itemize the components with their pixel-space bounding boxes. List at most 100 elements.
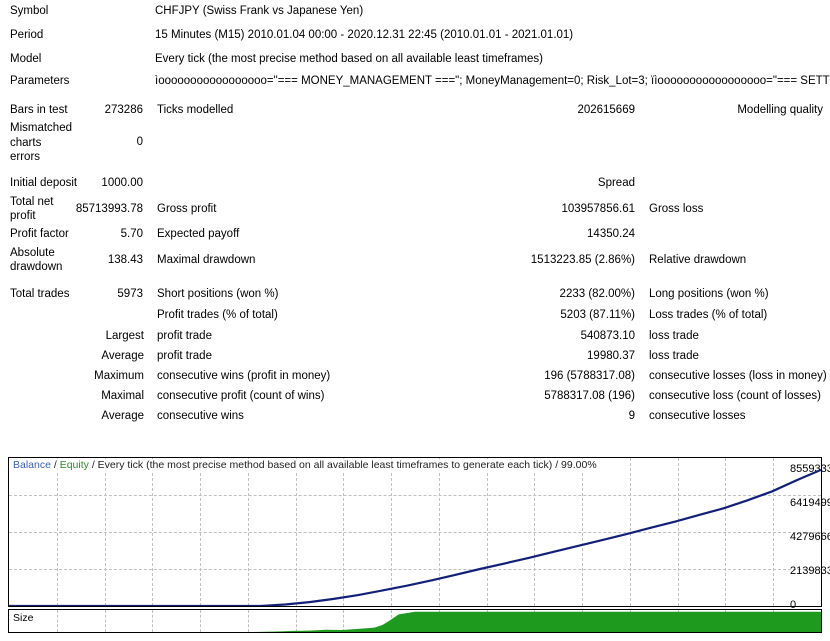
bars-in-test-value: 273286: [104, 104, 143, 117]
table-row: Profit trades (% of total) 5203 (87.11%) L…: [0, 305, 830, 326]
max-consecutive-losses-label: consecutive losses (loss in money): [649, 369, 827, 382]
size-histogram: [9, 611, 821, 632]
empty-cell: [642, 121, 830, 164]
table-row-parameters: Parameters ìooooooooooooooooo="=== MONEY…: [0, 72, 830, 91]
table-row: Total trades 5973 Short positions (won %) 2…: [0, 284, 830, 305]
empty-cell: [150, 121, 492, 164]
expected-payoff-value: 14350.24: [587, 228, 635, 241]
size-pane[interactable]: Size: [8, 609, 822, 633]
short-positions-label: Short positions (won %): [157, 288, 279, 301]
average-profit-trade-label: profit trade: [157, 349, 212, 362]
avg-consecutive-losses-label: consecutive losses: [649, 409, 746, 422]
profit-factor-label: Profit factor: [10, 228, 69, 241]
maximal-drawdown-value: 1513223.85 (2.86%): [530, 253, 635, 266]
total-trades-label: Total trades: [10, 288, 70, 301]
expected-payoff-label: Expected payoff: [157, 228, 240, 241]
legend-sep-1: /: [50, 459, 60, 471]
table-row-symbol: Symbol CHFJPY (Swiss Frank vs Japanese Y…: [0, 0, 830, 24]
mismatched-charts-errors-value: 0: [136, 136, 143, 149]
stats-body: Mismatched charts errors 0 Initial deposit…: [0, 121, 830, 426]
balance-curve: [9, 458, 821, 606]
model-value: Every tick (the most precise method base…: [155, 53, 543, 66]
legend-sep-2: /: [88, 459, 98, 471]
legend-equity[interactable]: Equity: [60, 459, 89, 471]
gross-profit-value: 103957856.61: [561, 202, 635, 215]
maximal-consecutive-profit-label: consecutive profit (count of wins): [157, 389, 325, 402]
absolute-drawdown-value: 138.43: [107, 253, 143, 266]
period-label: Period: [10, 29, 44, 42]
largest-profit-trade-value: 540873.10: [580, 329, 635, 342]
max-consecutive-wins-label: consecutive wins (profit in money): [157, 369, 331, 382]
legend-balance[interactable]: Balance: [13, 459, 51, 471]
average-profit-trade-value: 19980.37: [587, 349, 635, 362]
spacer-row: [0, 275, 830, 284]
mismatched-charts-errors-label: Mismatched charts errors: [10, 122, 72, 163]
avg-consecutive-wins-value: 9: [628, 409, 635, 422]
table-row-period: Period 15 Minutes (M15) 2010.01.04 00:00…: [0, 24, 830, 48]
table-row-bars-in-test: Bars in test 273286 Ticks modelled 20261…: [0, 100, 830, 121]
average-label: Average: [101, 349, 144, 362]
average-loss-trade-label: loss trade: [649, 349, 699, 362]
equity-chart-area: Balance / Equity / Every tick (the most …: [8, 457, 822, 633]
maximal-consecutive-loss-label: consecutive loss (count of losses): [649, 389, 821, 402]
total-net-profit-label: Total net profit: [10, 195, 54, 223]
bars-in-test-label: Bars in test: [10, 104, 68, 117]
max-consecutive-wins-value: 196 (5788317.08): [544, 369, 635, 382]
period-value: 15 Minutes (M15) 2010.01.04 00:00 - 2020…: [155, 29, 574, 42]
spacer-cell: [0, 275, 830, 284]
size-label: Size: [13, 612, 34, 624]
parameters-value: ìooooooooooooooooo="=== MONEY_MANAGEMENT…: [155, 75, 830, 87]
spread-label: Spread: [597, 177, 635, 190]
profit-trades-label: Profit trades (% of total): [157, 309, 278, 322]
table-row: Maximal consecutive profit (count of wins…: [0, 386, 830, 406]
legend-description: Every tick (the most precise method base…: [97, 459, 597, 471]
avg-consecutive-wins-label: consecutive wins: [157, 409, 244, 422]
spacer-cell: [0, 164, 830, 173]
empty-cell: [642, 224, 830, 245]
spacer: [0, 91, 830, 100]
loss-trades-label: Loss trades (% of total): [649, 309, 768, 322]
short-positions-value: 2233 (82.00%): [559, 288, 635, 301]
empty-cell: [62, 305, 150, 326]
long-positions-label: Long positions (won %): [649, 288, 769, 301]
empty-cell: [492, 121, 642, 164]
ticks-modelled-label: Ticks modelled: [157, 104, 234, 117]
largest-label: Largest: [105, 329, 144, 342]
chart-legend: Balance / Equity / Every tick (the most …: [13, 459, 597, 471]
ticks-modelled-value: 202615669: [577, 104, 635, 117]
table-row: Initial deposit1000.00SpreadCurrent (7): [0, 173, 830, 194]
profit-factor-value: 5.70: [120, 228, 143, 241]
symbol-value: CHFJPY (Swiss Frank vs Japanese Yen): [155, 5, 364, 18]
empty-cell: [0, 305, 62, 326]
empty-cell: [150, 173, 492, 194]
gross-profit-label: Gross profit: [157, 202, 217, 215]
table-row: Maximum consecutive wins (profit in money…: [0, 366, 830, 386]
absolute-drawdown-label: Absolute drawdown: [10, 246, 63, 274]
backtest-report-table: Symbol CHFJPY (Swiss Frank vs Japanese Y…: [0, 0, 830, 121]
maximal-consecutive-profit-value: 5788317.08 (196): [544, 389, 635, 402]
profit-trades-value: 5203 (87.11%): [560, 309, 635, 322]
total-net-profit-value: 85713993.78: [75, 202, 143, 215]
empty-cell: [642, 173, 830, 194]
spacer-row: [0, 164, 830, 173]
model-label: Model: [10, 53, 42, 66]
largest-profit-trade-label: profit trade: [157, 329, 212, 342]
modelling-quality-label: Modelling quality: [737, 104, 824, 117]
relative-drawdown-label: Relative drawdown: [649, 253, 747, 266]
table-row: Largestprofit trade540873.10loss trade-1…: [0, 326, 830, 346]
maximal-label: Maximal: [101, 389, 144, 402]
symbol-label: Symbol: [10, 5, 49, 18]
stats-table: Mismatched charts errors 0 Initial deposit…: [0, 121, 830, 426]
parameters-label: Parameters: [10, 75, 70, 87]
maximal-drawdown-label: Maximal drawdown: [157, 253, 256, 266]
table-row: Absolute drawdown 138.43 Maximal drawdown 1…: [0, 245, 830, 275]
total-trades-value: 5973: [117, 288, 143, 301]
table-row: Average consecutive wins 9 consecutive loss…: [0, 406, 830, 426]
average-2-label: Average: [101, 409, 144, 422]
table-row: Profit factor 5.70 Expected payoff 14350.24: [0, 224, 830, 245]
gross-loss-label: Gross loss: [649, 202, 704, 215]
balance-equity-pane[interactable]: Balance / Equity / Every tick (the most …: [8, 457, 822, 607]
largest-loss-trade-label: loss trade: [649, 329, 699, 342]
balance-line: [9, 470, 821, 606]
size-area: [9, 611, 821, 632]
